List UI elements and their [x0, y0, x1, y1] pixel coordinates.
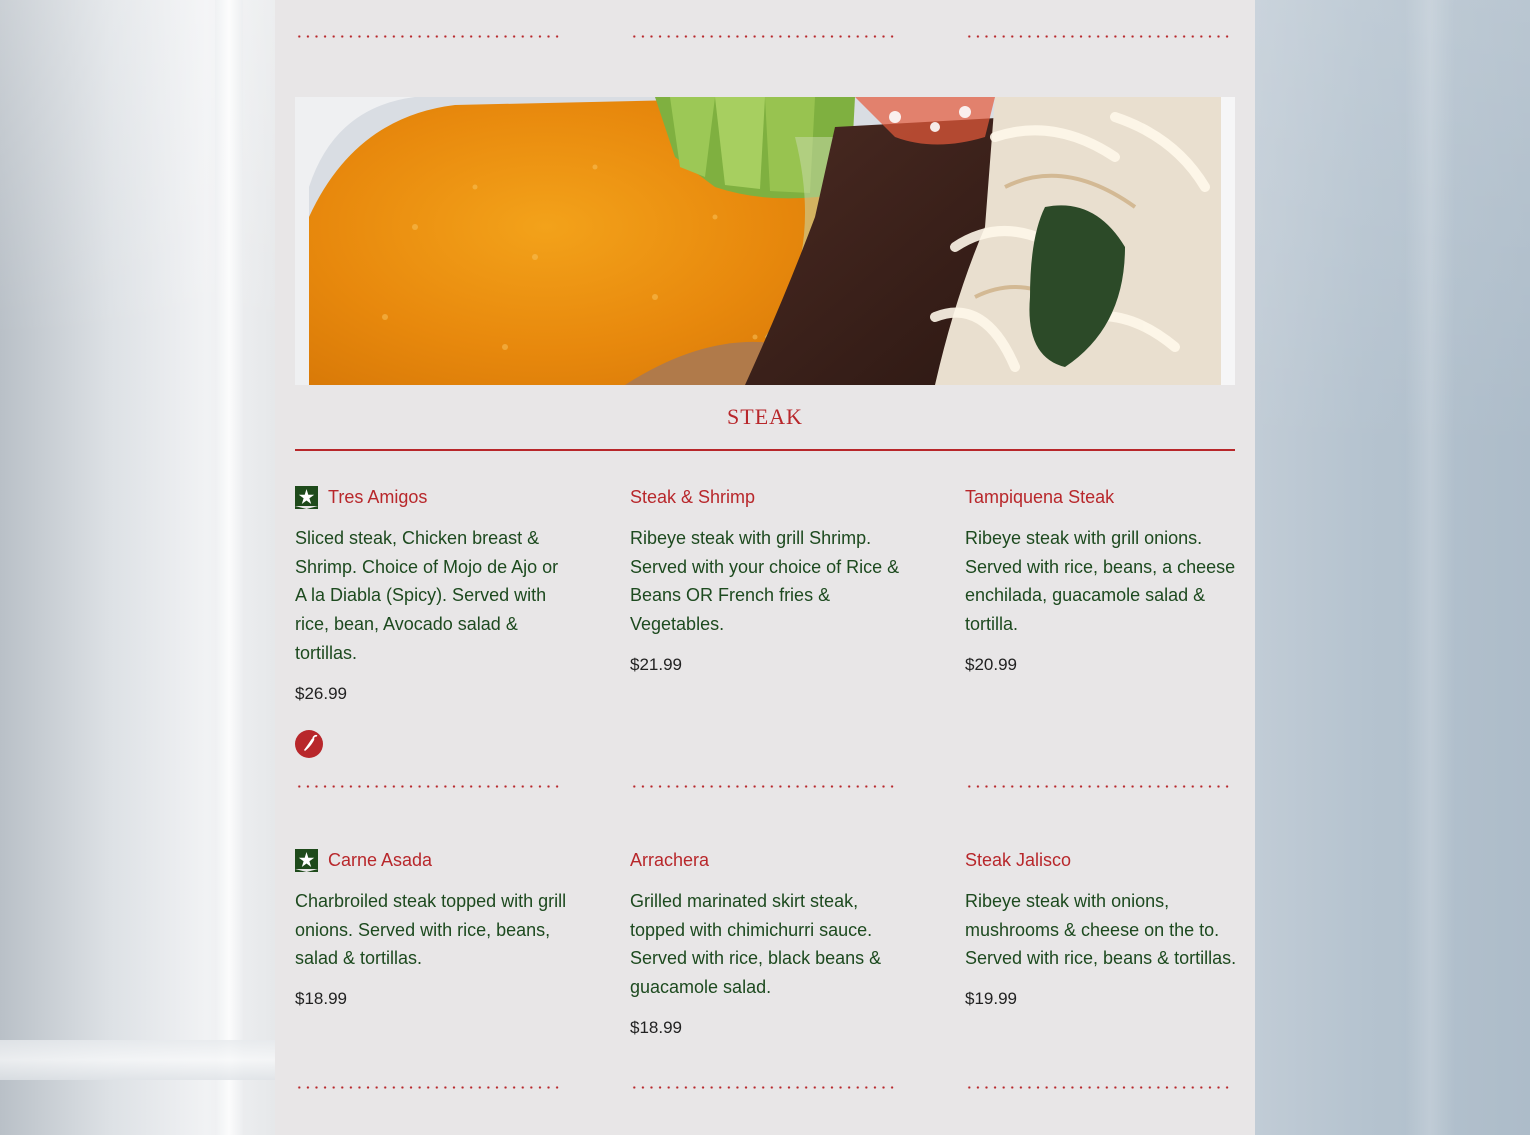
menu-item-header: Steak Jalisco [965, 847, 1240, 873]
menu-item-name: Steak & Shrimp [630, 486, 756, 507]
dotted-divider [630, 785, 898, 788]
menu-item-header: Arrachera [630, 847, 905, 873]
menu-item-description: Ribeye steak with grill Shrimp. Served w… [630, 528, 900, 635]
menu-item-name: Steak Jalisco [965, 849, 1072, 870]
menu-item: Steak & Shrimp Ribeye steak with grill S… [630, 484, 905, 675]
menu-item-description: Ribeye steak with onions, mushrooms & ch… [965, 891, 1237, 969]
steak-plate-illustration [295, 97, 1235, 385]
star-icon [295, 485, 318, 509]
window-rail [0, 1040, 275, 1080]
menu-item: Carne Asada Charbroiled steak topped wit… [295, 847, 570, 1009]
menu-panel: STEAK Tres Amigos Sliced steak, Chicken … [275, 0, 1255, 1135]
menu-item-price: $18.99 [295, 989, 347, 1009]
menu-item-name: Tres Amigos [328, 486, 428, 507]
hero-food-image [295, 97, 1235, 385]
menu-item: Tres Amigos Sliced steak, Chicken breast… [295, 484, 570, 758]
menu-item-price: $19.99 [965, 989, 1017, 1009]
section-title: STEAK [727, 404, 803, 429]
dotted-divider [630, 35, 898, 38]
menu-item-header: Tampiquena Steak [965, 484, 1240, 510]
menu-item-header: Tres Amigos [295, 484, 570, 510]
window-post [1405, 0, 1455, 1135]
menu-item: Tampiquena Steak Ribeye steak with grill… [965, 484, 1240, 675]
dotted-divider [295, 35, 563, 38]
menu-item-header: Steak & Shrimp [630, 484, 905, 510]
menu-item-price: $21.99 [630, 654, 682, 674]
background-window-left [0, 0, 275, 1135]
menu-item-description: Ribeye steak with grill onions. Served w… [965, 528, 1236, 635]
star-icon [295, 848, 318, 872]
menu-item-name: Arrachera [630, 849, 710, 870]
dotted-divider [295, 1086, 563, 1089]
window-mullion [215, 0, 243, 1135]
menu-item-price: $18.99 [630, 1017, 682, 1037]
menu-item-description: Grilled marinated skirt steak, topped wi… [630, 891, 882, 998]
dotted-divider [295, 785, 563, 788]
dotted-divider [630, 1086, 898, 1089]
section-underline [295, 449, 1235, 451]
menu-item: Steak Jalisco Ribeye steak with onions, … [965, 847, 1240, 1009]
menu-item-name: Carne Asada [328, 849, 433, 870]
menu-item-price: $20.99 [965, 654, 1017, 674]
menu-item-header: Carne Asada [295, 847, 570, 873]
menu-item-name: Tampiquena Steak [965, 486, 1115, 507]
menu-item-description: Sliced steak, Chicken breast & Shrimp. C… [295, 528, 559, 663]
background-window-right [1255, 0, 1530, 1135]
menu-item: Arrachera Grilled marinated skirt steak,… [630, 847, 905, 1038]
chili-icon [295, 729, 323, 758]
menu-item-description: Charbroiled steak topped with grill onio… [295, 891, 567, 969]
dotted-divider [965, 35, 1233, 38]
dotted-divider [965, 1086, 1233, 1089]
dotted-divider [965, 785, 1233, 788]
menu-item-price: $26.99 [295, 683, 347, 703]
